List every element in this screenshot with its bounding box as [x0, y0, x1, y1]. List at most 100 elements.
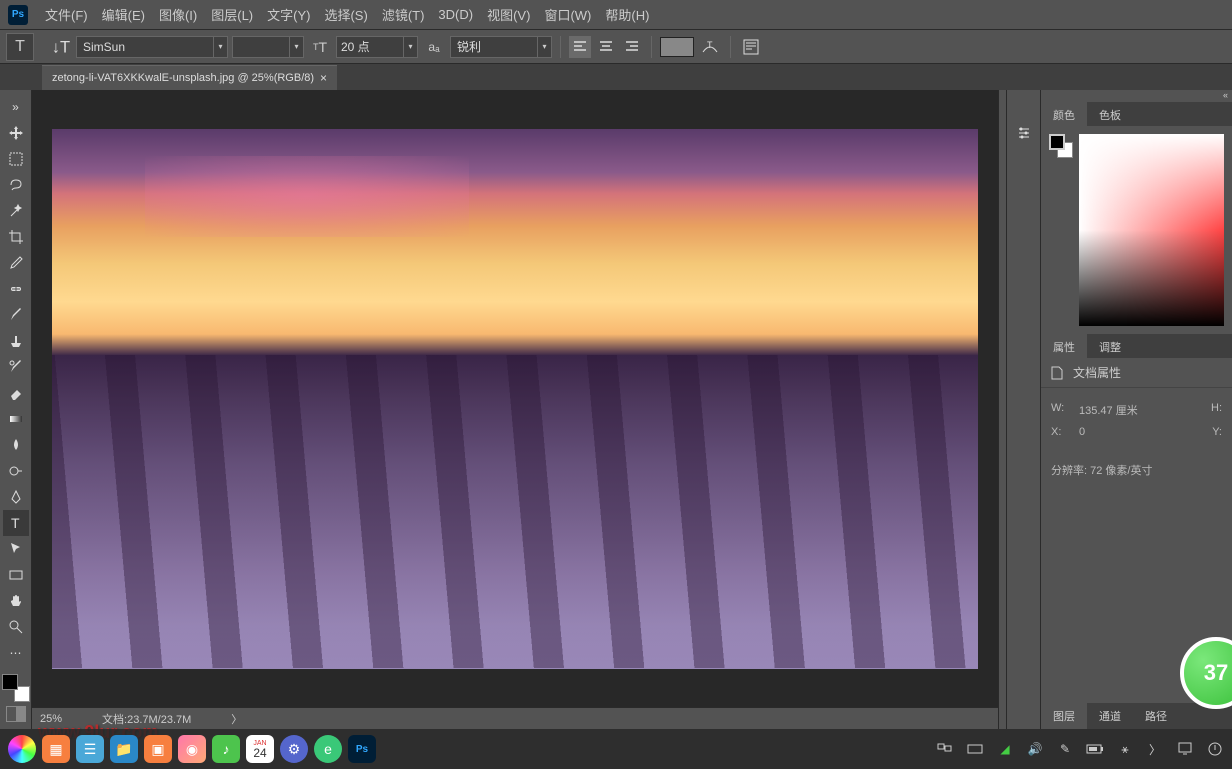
tray-pen-icon[interactable]: ✎ — [1056, 740, 1074, 758]
pen-tool[interactable] — [3, 484, 29, 510]
browser-icon[interactable]: e — [314, 735, 342, 763]
warp-text-icon[interactable]: T — [698, 35, 722, 59]
tray-power-icon[interactable] — [1206, 740, 1224, 758]
edit-toolbar-icon[interactable]: ⋯ — [3, 640, 29, 666]
marquee-tool[interactable] — [3, 146, 29, 172]
tab-properties[interactable]: 属性 — [1041, 334, 1087, 358]
type-tool[interactable]: T — [3, 510, 29, 536]
taskbar-app-3-icon[interactable]: ▣ — [144, 735, 172, 763]
menu-3d[interactable]: 3D(D) — [431, 1, 480, 28]
tab-color[interactable]: 颜色 — [1041, 102, 1087, 126]
hand-tool[interactable] — [3, 588, 29, 614]
tray-volume-icon[interactable]: 🔊 — [1026, 740, 1044, 758]
clone-stamp-tool[interactable] — [3, 328, 29, 354]
tab-paths[interactable]: 路径 — [1133, 703, 1179, 729]
properties-panel-tabs: 属性 调整 — [1041, 334, 1232, 358]
settings-icon[interactable]: ⚙ — [280, 735, 308, 763]
tab-swatches[interactable]: 色板 — [1087, 102, 1133, 126]
character-panel-icon[interactable] — [739, 35, 763, 59]
music-icon[interactable]: ♪ — [212, 735, 240, 763]
brush-tool[interactable] — [3, 302, 29, 328]
menu-view[interactable]: 视图(V) — [480, 0, 537, 30]
color-spectrum-picker[interactable] — [1079, 134, 1224, 326]
launcher-icon[interactable] — [8, 735, 36, 763]
calendar-icon[interactable]: JAN 24 — [246, 735, 274, 763]
tray-bluetooth-icon[interactable]: ⚹ — [1116, 740, 1134, 758]
resolution-value[interactable]: 分辨率: 72 像素/英寸 — [1051, 462, 1152, 478]
eraser-tool[interactable] — [3, 380, 29, 406]
taskbar-app-1-icon[interactable]: ▦ — [42, 735, 70, 763]
font-size-select[interactable] — [336, 36, 404, 58]
font-size-dropdown-icon[interactable]: ▾ — [404, 36, 418, 58]
menu-select[interactable]: 选择(S) — [317, 0, 374, 30]
close-tab-icon[interactable]: × — [320, 71, 327, 85]
status-bar: 25% 文档:23.7M/23.7M 〉 — [32, 707, 998, 729]
rectangle-tool[interactable] — [3, 562, 29, 588]
tab-channels[interactable]: 通道 — [1087, 703, 1133, 729]
tray-chevron-icon[interactable]: 〉 — [1146, 740, 1164, 758]
foreground-color-swatch[interactable] — [2, 674, 18, 690]
magic-wand-tool[interactable] — [3, 198, 29, 224]
photoshop-taskbar-icon[interactable]: Ps — [348, 735, 376, 763]
align-center-button[interactable] — [595, 36, 617, 58]
menu-layer[interactable]: 图层(L) — [204, 0, 260, 30]
move-tool[interactable] — [3, 120, 29, 146]
align-right-button[interactable] — [621, 36, 643, 58]
text-color-swatch[interactable] — [660, 37, 694, 57]
color-picker-tools[interactable] — [2, 674, 30, 702]
tab-layers[interactable]: 图层 — [1041, 703, 1087, 729]
font-family-dropdown-icon[interactable]: ▾ — [214, 36, 228, 58]
tool-preset-picker[interactable]: T — [6, 33, 34, 61]
dodge-tool[interactable] — [3, 458, 29, 484]
adjustments-panel-icon[interactable] — [1011, 120, 1037, 146]
menu-filter[interactable]: 滤镜(T) — [375, 0, 432, 30]
x-value[interactable]: 0 — [1079, 426, 1085, 438]
quick-mask-toggle[interactable] — [6, 706, 26, 722]
tray-windows-icon[interactable] — [936, 740, 954, 758]
taskbar-app-2-icon[interactable]: ☰ — [76, 735, 104, 763]
document-properties-header: 文档属性 — [1041, 358, 1232, 388]
document-tab[interactable]: zetong-li-VAT6XKKwalE-unsplash.jpg @ 25%… — [42, 65, 337, 90]
font-style-select[interactable] — [232, 36, 290, 58]
width-label: W: — [1051, 402, 1069, 418]
panel-foreground-swatch[interactable] — [1049, 134, 1065, 150]
path-selection-tool[interactable] — [3, 536, 29, 562]
status-arrow-icon[interactable]: 〉 — [231, 711, 242, 727]
collapse-panels-icon[interactable]: « — [1041, 90, 1232, 102]
menu-image[interactable]: 图像(I) — [152, 0, 204, 30]
tray-keyboard-icon[interactable] — [966, 740, 984, 758]
tray-desktop-icon[interactable] — [1176, 740, 1194, 758]
lasso-tool[interactable] — [3, 172, 29, 198]
canvas-viewport[interactable] — [32, 90, 998, 707]
gradient-tool[interactable] — [3, 406, 29, 432]
document-canvas[interactable] — [52, 129, 978, 669]
menu-file[interactable]: 文件(F) — [38, 0, 95, 30]
healing-brush-tool[interactable] — [3, 276, 29, 302]
menu-type[interactable]: 文字(Y) — [260, 0, 317, 30]
tray-flag-icon[interactable]: ◢ — [996, 740, 1014, 758]
file-manager-icon[interactable]: 📁 — [110, 735, 138, 763]
panel-dock-collapse[interactable] — [998, 90, 1006, 729]
tab-adjustments[interactable]: 调整 — [1087, 334, 1133, 358]
font-size-icon: TT — [308, 35, 332, 59]
photos-icon[interactable]: ◉ — [178, 735, 206, 763]
menu-help[interactable]: 帮助(H) — [598, 0, 656, 30]
history-brush-tool[interactable] — [3, 354, 29, 380]
tray-battery-icon[interactable] — [1086, 740, 1104, 758]
width-value[interactable]: 135.47 厘米 — [1079, 402, 1138, 418]
panel-color-swatches[interactable] — [1049, 134, 1073, 158]
chevron-expand-icon[interactable]: » — [3, 94, 29, 120]
eyedropper-tool[interactable] — [3, 250, 29, 276]
antialiasing-select[interactable] — [450, 36, 538, 58]
crop-tool[interactable] — [3, 224, 29, 250]
document-icon — [1049, 365, 1065, 381]
menu-edit[interactable]: 编辑(E) — [95, 0, 152, 30]
align-left-button[interactable] — [569, 36, 591, 58]
font-family-select[interactable] — [76, 36, 214, 58]
antialiasing-dropdown-icon[interactable]: ▾ — [538, 36, 552, 58]
zoom-tool[interactable] — [3, 614, 29, 640]
font-style-dropdown-icon[interactable]: ▾ — [290, 36, 304, 58]
menu-window[interactable]: 窗口(W) — [537, 0, 598, 30]
text-orientation-toggle-icon[interactable]: ↓T — [48, 35, 72, 59]
blur-tool[interactable] — [3, 432, 29, 458]
